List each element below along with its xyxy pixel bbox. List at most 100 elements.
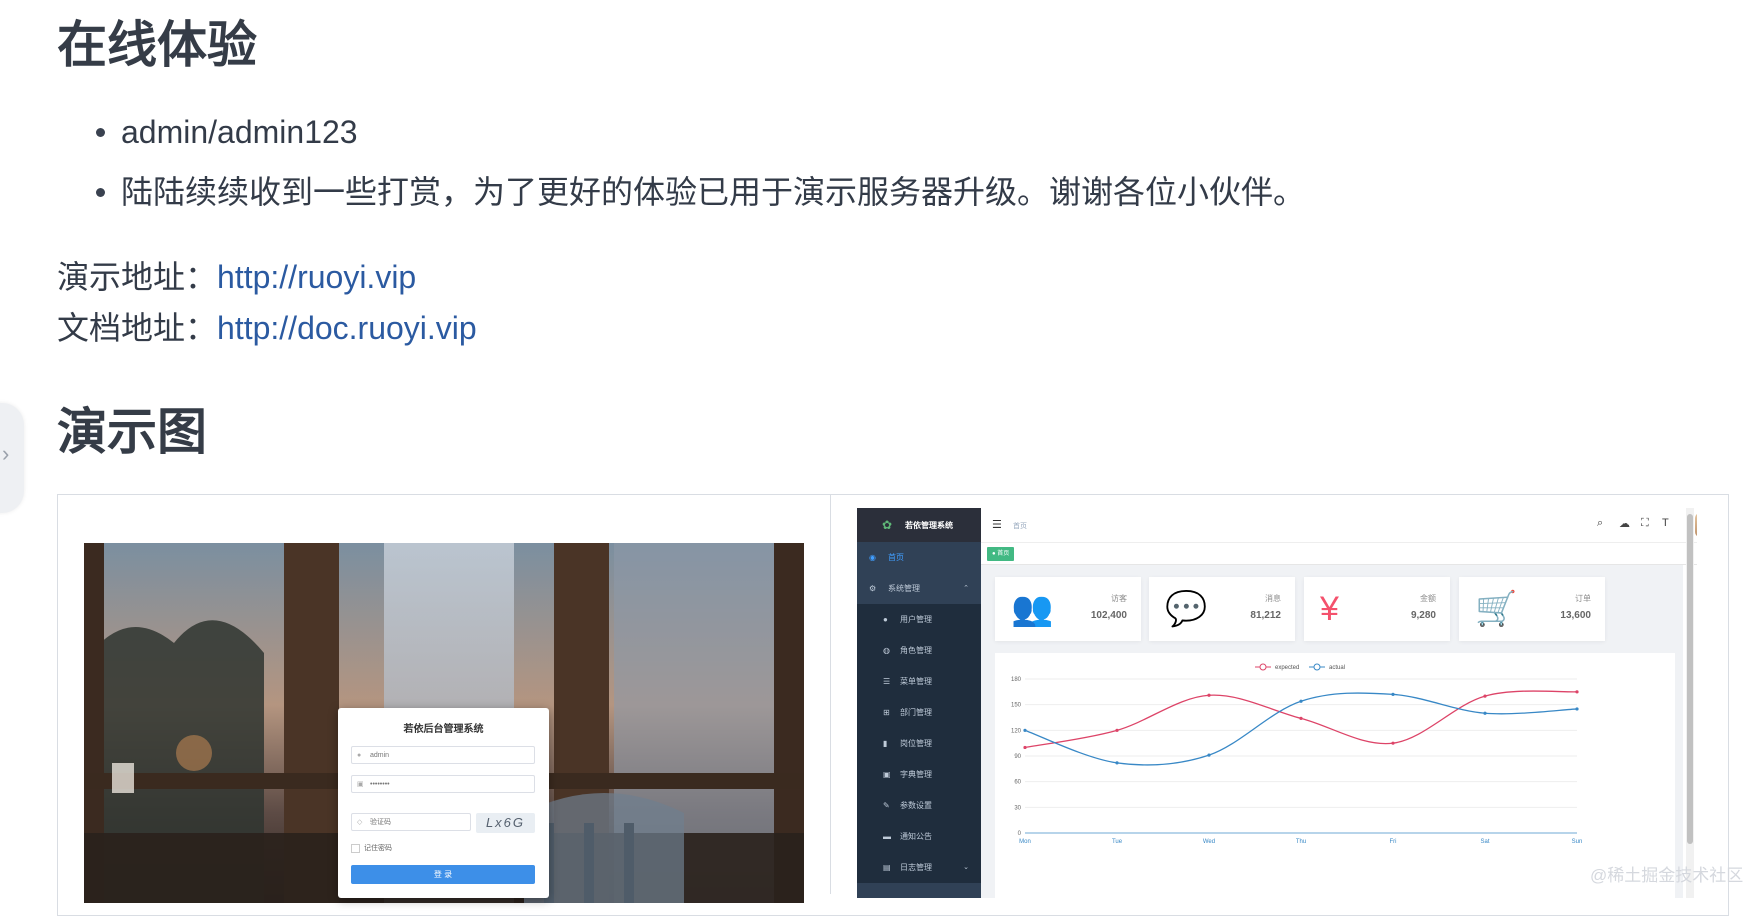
data-point-actual	[1575, 707, 1579, 711]
y-tick-label: 60	[1014, 780, 1021, 786]
captcha-image[interactable]: Lx6G	[476, 813, 535, 833]
shopping-cart-icon: 🛒	[1475, 590, 1518, 628]
money-icon: ¥	[1320, 590, 1339, 628]
stat-value: 102,400	[1090, 610, 1127, 621]
password-value: ••••••••	[370, 781, 390, 788]
sidebar-item[interactable]: ⚙ 系统管理 ⌃	[857, 573, 981, 604]
search-icon[interactable]: ⌕	[1597, 517, 1603, 530]
peoples-icon: 👥	[1011, 590, 1054, 628]
x-tick-label: Thu	[1296, 839, 1306, 845]
demo-address-label: 演示地址：	[57, 259, 218, 295]
remember-me-label: 记住密码	[364, 845, 392, 852]
sidebar-item-label: 用户管理	[900, 615, 932, 624]
y-tick-label: 180	[1011, 677, 1022, 683]
hamburger-icon[interactable]: ☰	[992, 518, 1002, 531]
sidebar-item[interactable]: ▮ 岗位管理	[857, 728, 981, 759]
data-point-expected	[1299, 716, 1303, 720]
demo-address-link[interactable]: http://ruoyi.vip	[217, 259, 416, 295]
sidebar-item-label: 参数设置	[900, 801, 932, 810]
system-name: 若依管理系统	[905, 521, 953, 530]
stat-value: 9,280	[1410, 610, 1436, 621]
fullscreen-icon[interactable]: ⛶	[1641, 517, 1649, 530]
doc-address-link[interactable]: http://doc.ruoyi.vip	[217, 310, 477, 346]
dept-icon: ⊞	[883, 708, 890, 717]
data-point-expected	[1207, 693, 1211, 697]
stat-label: 金额	[1420, 594, 1436, 603]
stat-card[interactable]: 👥 访客 102,400	[995, 577, 1141, 641]
password-field[interactable]: ▣ ••••••••	[351, 775, 535, 793]
chevron-icon: ⌄	[963, 864, 969, 871]
sidebar-item-label: 日志管理	[900, 863, 932, 872]
sidebar-item[interactable]: ● 用户管理	[857, 604, 981, 635]
sidebar-item[interactable]: ◍ 角色管理	[857, 635, 981, 666]
chevron-right-icon: ›	[2, 441, 10, 466]
stat-label: 订单	[1575, 594, 1591, 603]
doc-address-line: 文档地址：http://doc.ruoyi.vip	[57, 308, 477, 348]
stat-card[interactable]: 🛒 订单 13,600	[1459, 577, 1605, 641]
sidebar-item[interactable]: ◉ 首页	[857, 542, 981, 573]
data-point-actual	[1299, 699, 1303, 703]
bullet-dot	[96, 188, 105, 197]
tags-view: ● 首页	[981, 542, 1697, 565]
captcha-field[interactable]: ◇ 验证码	[351, 813, 471, 831]
data-point-actual	[1115, 761, 1119, 765]
menu-tree-icon: ☰	[883, 677, 891, 686]
sidebar-item[interactable]: ✎ 参数设置	[857, 790, 981, 821]
sidebar-item[interactable]: ▤ 日志管理 ⌄	[857, 852, 981, 883]
tab-home[interactable]: ● 首页	[987, 547, 1015, 561]
y-tick-label: 30	[1014, 805, 1021, 811]
cloud-icon[interactable]: ☁	[1619, 517, 1630, 530]
y-tick-label: 0	[1018, 831, 1022, 837]
stat-label: 访客	[1111, 594, 1127, 603]
breadcrumb[interactable]: 首页	[1013, 521, 1027, 531]
data-point-expected	[1023, 745, 1027, 750]
bullet-list: admin/admin123 陆陆续续收到一些打赏，为了更好的体验已用于演示服务…	[57, 112, 1305, 232]
scrollbar[interactable]	[1686, 508, 1694, 898]
font-size-icon[interactable]: T	[1662, 517, 1669, 529]
list-item-text: admin/admin123	[121, 114, 358, 150]
sidebar-item[interactable]: ▬ 通知公告	[857, 821, 981, 852]
login-form-card: 若依后台管理系统 ● admin ▣ •••••••• ◇ 验证码 Lx6G 记住密码…	[338, 708, 549, 898]
series-line-actual	[1024, 692, 1578, 766]
x-tick-label: Sun	[1572, 839, 1583, 845]
chevron-icon: ⌃	[963, 585, 969, 592]
list-item-text: 陆陆续续收到一些打赏，为了更好的体验已用于演示服务器升级。谢谢各位小伙伴。	[121, 174, 1306, 210]
sidebar-item[interactable]: ▣ 字典管理	[857, 759, 981, 790]
bullet-dot	[96, 128, 105, 137]
dashboard-main: 👥 访客 102,400 💬 消息 81,212 ¥ 金额 9,280 🛒 订单 13,600 0 30…	[981, 565, 1683, 898]
legend-marker-actual	[1313, 663, 1321, 671]
list-item: admin/admin123	[57, 112, 1305, 152]
sidebar-toggle-tab[interactable]: ›	[0, 403, 24, 513]
sidebar-item-label: 字典管理	[900, 770, 932, 779]
username-field[interactable]: ● admin	[351, 746, 535, 764]
legend-label-expected: expected	[1275, 665, 1299, 671]
remember-me-checkbox[interactable]: 记住密码	[351, 843, 392, 853]
admin-logo: ✿ 若依管理系统	[857, 508, 981, 542]
dict-icon: ▣	[883, 770, 891, 779]
demo-address-line: 演示地址：http://ruoyi.vip	[57, 257, 416, 297]
stat-card[interactable]: ¥ 金额 9,280	[1304, 577, 1450, 641]
y-tick-label: 120	[1011, 728, 1022, 734]
avatar[interactable]	[1695, 513, 1697, 537]
sidebar-item-label: 通知公告	[900, 832, 932, 841]
sidebar-item-label: 菜单管理	[900, 677, 932, 686]
scrollbar-thumb[interactable]	[1687, 514, 1693, 844]
x-tick-label: Sat	[1480, 839, 1489, 845]
admin-navbar: ☰ 首页 ⌕ ☁ ⛶ T ▾	[981, 508, 1697, 543]
line-chart-card: 0 30 60 90 120 150 180 Mon Tue Wed Thu Fri Sat Sun exp…	[995, 653, 1675, 898]
edit-icon: ✎	[883, 801, 890, 810]
sidebar-item[interactable]: ☰ 菜单管理	[857, 666, 981, 697]
admin-sidebar: ✿ 若依管理系统 ◉ 首页 ⚙ 系统管理 ⌃ ● 用户管理 ◍ 角色管理 ☰ 菜单管理 ⊞ 部门管理 ▮ 岗…	[857, 508, 981, 898]
log-icon: ▤	[883, 863, 891, 872]
legend-label-actual: actual	[1329, 665, 1345, 671]
stat-label: 消息	[1265, 594, 1281, 603]
captcha-placeholder: 验证码	[370, 819, 391, 826]
data-point-expected	[1115, 728, 1119, 732]
logo-icon: ✿	[882, 518, 893, 532]
login-button[interactable]: 登 录	[351, 865, 535, 884]
sidebar-item[interactable]: ⊞ 部门管理	[857, 697, 981, 728]
data-point-expected	[1391, 741, 1395, 745]
stat-value: 13,600	[1560, 610, 1591, 621]
stat-card[interactable]: 💬 消息 81,212	[1149, 577, 1295, 641]
stat-value: 81,212	[1250, 610, 1281, 621]
